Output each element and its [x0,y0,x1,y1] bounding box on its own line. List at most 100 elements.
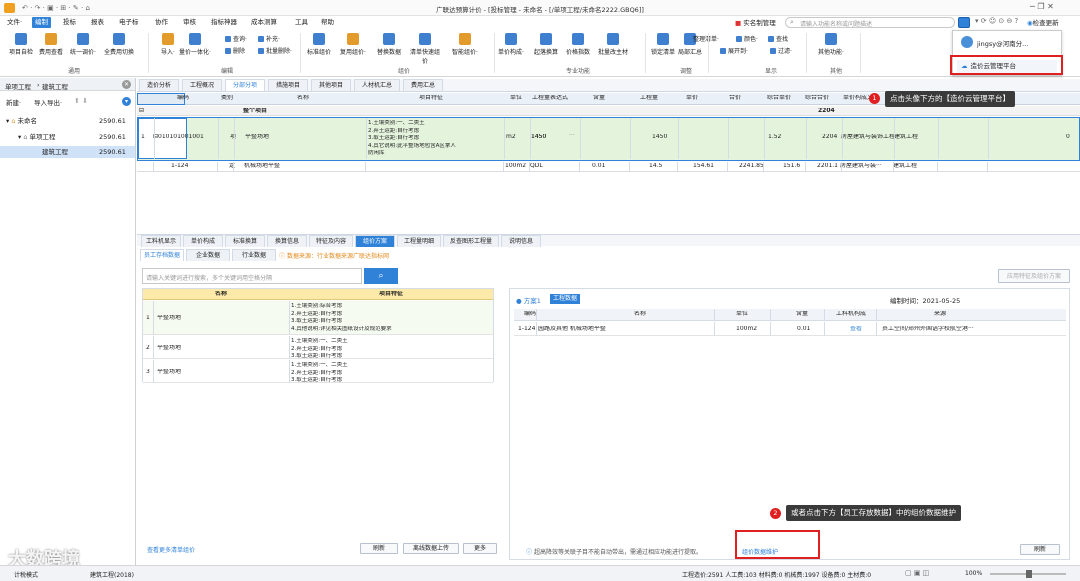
section-row[interactable]: ⊟ 整个项目 2204 [137,106,1080,116]
ribbon-button-14[interactable]: 批量改主材 [596,33,630,59]
more-button[interactable]: 更多 [463,543,497,554]
grid-header-cell: 含量 [593,95,606,101]
search-button[interactable]: ⌕ [364,268,398,284]
tab-0[interactable]: 造价分析 [139,79,179,91]
realname-link[interactable]: ■ 实名制管理 [735,17,776,27]
source-tab-0[interactable]: 员工存档数据 [140,249,184,261]
menu-ebid[interactable]: 电子标 [116,17,142,28]
list-item[interactable]: 1 平整场地 1.土壤类别:综合考虑 2.弃土运距:自行考虑 3.取土运距:自行考虑 4.… [143,301,493,335]
ribbon-small-button-4[interactable]: 整理清单· [685,35,719,44]
title-bar: ↶ · ↷ · ▣ · ⊞ · ✎ · ⌂ 广联达预算计价 - [投标管理 - … [0,0,1080,16]
ribbon-small-button-7[interactable]: 查找 [768,35,788,44]
menu-bid[interactable]: 投标 [60,17,79,28]
tab-4[interactable]: 其他项目 [311,79,351,91]
ribbon-button-label: 费用查看 [38,49,63,56]
scheme-cell-code: 1-124 [518,326,536,332]
ribbon-small-button-3[interactable]: 批量删除· [258,47,292,56]
list-item[interactable]: 3 平整场地 1.土壤类别:一、二类土 2.弃土运距:自行考虑 3.取土运距:自行考虑 [143,360,493,383]
tab-2[interactable]: 分部分项 [225,79,265,91]
zoom-slider[interactable] [990,570,1066,578]
window-controls[interactable]: ─ ❐ ✕ [1030,2,1054,11]
ribbon-button-13[interactable]: 价格指数 [561,33,595,59]
ellipsis-icon[interactable]: ··· [569,133,575,140]
ribbon-small-button-2[interactable]: 补充· [258,35,280,44]
ribbon-button-12[interactable]: 起落换算 [529,33,563,59]
collapse-icon[interactable]: ▾ [122,97,131,106]
avatar[interactable] [958,17,970,28]
refresh-button[interactable]: 刷新 [360,543,398,554]
offline-upload-button[interactable]: 离线数据上传 [403,543,459,554]
menu-index[interactable]: 指标神器 [208,17,240,28]
ribbon-small-button-8[interactable]: 过滤· [770,47,792,56]
scheme-cell-view[interactable]: 查看 [850,326,862,333]
bottom-tab-8[interactable]: 说明信息 [501,235,541,247]
help-search-box[interactable]: ⌕ 请输入功能名称或问题描述 [785,17,955,28]
ribbon-small-button-5[interactable]: 展开到· [720,47,748,56]
table-row[interactable]: 1-124 园路及其他 机械场地平整 100m2 0.01 查看 员工空间/郑州外国语学校… [514,322,1066,336]
table-row[interactable]: 1 010101001001 项 平整场地 m2 1450 1450 1.52 2204 房屋建筑… [137,117,1080,161]
bottom-tab-4[interactable]: 特征及内容 [309,235,353,247]
tab-5[interactable]: 人材机汇总 [354,79,400,91]
ribbon-button-0[interactable]: 项目自检 [4,33,38,59]
ribbon-button-3[interactable]: 全费用切换 [102,33,136,59]
list-item[interactable]: 2 平整场地 1.土壤类别:一、二类土 2.弃土运距:自行考虑 3.取土运距:自行考虑 [143,336,493,359]
scheme-refresh-button[interactable]: 刷新 [1020,544,1060,555]
bottom-tab-3[interactable]: 换算信息 [267,235,307,247]
tab-1[interactable]: 工程概况 [182,79,222,91]
grid-header-cell: 项目特征 [419,95,444,101]
menu-file[interactable]: 文件· [4,17,25,28]
ribbon-button-9[interactable]: 清单快速组价 [408,33,442,65]
breadcrumb-project[interactable]: 单项工程 [5,81,31,91]
apply-features-button[interactable]: 应用特征及组价方案 [998,269,1070,283]
menu-help[interactable]: 帮助 [318,17,337,28]
quick-access-icons[interactable]: ↶ · ↷ · ▣ · ⊞ · ✎ · ⌂ [22,4,90,12]
grid-line [153,360,154,383]
bottom-tab-5[interactable]: 组价方案 [355,235,395,247]
tree-item-single[interactable]: ▾ ⌂ 单项工程 2590.61 [0,131,135,143]
bottom-tab-0[interactable]: 工料机显示 [141,235,181,247]
tree-item-root[interactable]: ▾ ⌂ 未命名 2590.61 [0,115,135,127]
menu-review[interactable]: 审核 [180,17,199,28]
view-icons[interactable]: ▢ ▣ ◫ [905,569,929,577]
tab-3[interactable]: 措施项目 [268,79,308,91]
ribbon-button-7[interactable]: 复用组价· [336,33,370,59]
ribbon-button-11[interactable]: 单价构成· [494,33,528,59]
grid-line [580,118,581,159]
check-update-link[interactable]: ◉检查更新 [1027,17,1059,27]
bottom-tab-6[interactable]: 工程量明细 [397,235,441,247]
ribbon-button-10[interactable]: 智能组价· [448,33,482,59]
ribbon-button-2[interactable]: 统一调价· [66,33,100,59]
import-export-button[interactable]: 导入导出· [34,97,62,107]
ribbon-small-button-1[interactable]: 删除 [225,47,245,56]
ribbon-small-button-0[interactable]: 查询· [225,35,247,44]
table-row[interactable]: 1-124 定 机械场地平整 100m2 QDL 0.01 14.5 154.61 2241.8… [137,162,1080,172]
menu-edit[interactable]: 编制 [32,17,51,28]
ribbon-button-17[interactable]: 其他功能· [814,33,848,59]
new-button[interactable]: 新建· [6,97,21,107]
status-tax-mode: 计税模式 [14,572,39,579]
menu-cost[interactable]: 成本测算 [248,17,280,28]
highlight-cloud-platform [950,55,1063,75]
group-search-input[interactable]: 请输入关键词进行搜索，多个关键词用空格分隔 [142,268,362,284]
ribbon-button-8[interactable]: 替换数据 [372,33,406,59]
menu-tools[interactable]: 工具 [292,17,311,28]
tab-6[interactable]: 费用汇总 [403,79,443,91]
menu-collab[interactable]: 协作 [152,17,171,28]
close-icon[interactable]: ✕ [122,80,131,89]
breadcrumb-unit[interactable]: 建筑工程 [42,81,68,91]
tree-item-building[interactable]: 建筑工程 2590.61 [0,146,135,158]
ribbon-small-button-6[interactable]: 颜色· [736,35,758,44]
move-arrows-icon[interactable]: ⬆ ⬇ [74,97,88,105]
row2-utotal: 2201.1 [817,163,838,169]
ribbon-button-1[interactable]: 费用查看 [34,33,68,59]
source-tab-2[interactable]: 行业数据 [232,249,276,261]
ribbon-button-6[interactable]: 标准组价 [302,33,336,59]
bottom-tab-2[interactable]: 标准换算 [225,235,265,247]
toolbar-icons[interactable]: ▾ ⟳ ☺ ⊙ ⊖ ? [975,17,1018,25]
bottom-tab-1[interactable]: 单价构成 [183,235,223,247]
bottom-tab-7[interactable]: 反查图形工程量 [443,235,499,247]
source-tab-1[interactable]: 企业数据 [186,249,230,261]
more-group-link[interactable]: 查看更多清单组价 [147,545,195,554]
ribbon-button-5[interactable]: 量价一体化· [178,33,212,59]
menu-report[interactable]: 报表 [88,17,107,28]
